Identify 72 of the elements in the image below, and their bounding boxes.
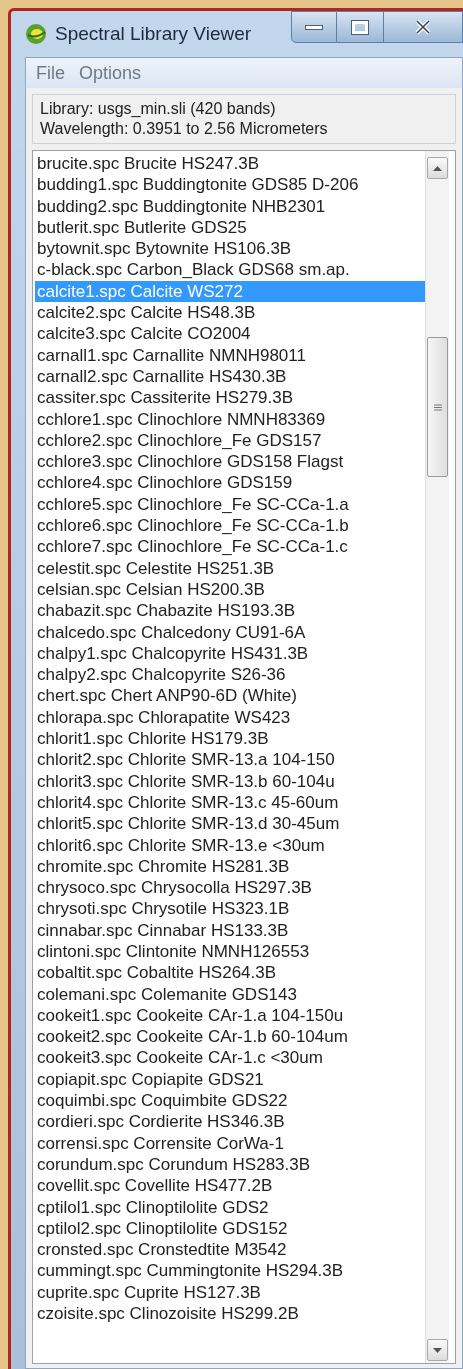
list-item[interactable]: chrysoco.spc Chrysocolla HS297.3B: [35, 877, 425, 899]
list-item[interactable]: chlorit1.spc Chlorite HS179.3B: [35, 728, 425, 750]
close-button[interactable]: [383, 11, 463, 43]
list-item[interactable]: chlorapa.spc Chlorapatite WS423: [35, 706, 425, 728]
list-item[interactable]: chlorit3.spc Chlorite SMR-13.b 60-104u: [35, 770, 425, 792]
list-item[interactable]: chert.spc Chert ANP90-6D (White): [35, 685, 425, 707]
list-item[interactable]: cptilol1.spc Clinoptilolite GDS2: [35, 1196, 425, 1218]
list-item[interactable]: cummingt.spc Cummingtonite HS294.3B: [35, 1260, 425, 1282]
app-icon: [25, 23, 47, 45]
maximize-button[interactable]: [337, 11, 383, 43]
list-item[interactable]: cchlore6.spc Clinochlore_Fe SC-CCa-1.b: [35, 515, 425, 537]
list-item[interactable]: cordieri.spc Cordierite HS346.3B: [35, 1111, 425, 1133]
menu-item[interactable]: Options: [79, 59, 142, 87]
list-item[interactable]: cchlore7.spc Clinochlore_Fe SC-CCa-1.c: [35, 536, 425, 558]
list-item[interactable]: cchlore3.spc Clinochlore GDS158 Flagst: [35, 451, 425, 473]
close-icon: [415, 19, 431, 35]
list-item[interactable]: chrysoti.spc Chrysotile HS323.1B: [35, 898, 425, 920]
list-item[interactable]: cronsted.spc Cronstedtite M3542: [35, 1239, 425, 1261]
list-item[interactable]: budding1.spc Buddingtonite GDS85 D-206: [35, 174, 425, 196]
scroll-thumb[interactable]: [427, 337, 448, 477]
list-item[interactable]: bytownit.spc Bytownite HS106.3B: [35, 238, 425, 260]
list-item[interactable]: brucite.spc Brucite HS247.3B: [35, 153, 425, 175]
list-item[interactable]: covellit.spc Covellite HS477.2B: [35, 1175, 425, 1197]
list-item[interactable]: copiapit.spc Copiapite GDS21: [35, 1068, 425, 1091]
info-text: Wavelength: 0.3951 to 2.56 Micrometers: [40, 119, 329, 139]
grip-icon: [433, 403, 442, 411]
list-item[interactable]: cookeit2.spc Cookeite CAr-1.b 60-104um: [35, 1026, 425, 1048]
list-item[interactable]: cptilol2.spc Clinoptilolite GDS152: [35, 1217, 425, 1240]
list-item[interactable]: cinnabar.spc Cinnabar HS133.3B: [35, 919, 425, 941]
list-item[interactable]: calcite3.spc Calcite CO2004: [35, 323, 425, 345]
list-item[interactable]: cchlore4.spc Clinochlore GDS159: [35, 472, 425, 494]
list-item[interactable]: cookeit1.spc Cookeite CAr-1.a 104-150u: [35, 1004, 425, 1027]
list-item[interactable]: corrensi.spc Corrensite CorWa-1: [35, 1132, 425, 1154]
list-item[interactable]: cchlore2.spc Clinochlore_Fe GDS157: [35, 429, 425, 452]
maximize-icon: [352, 20, 368, 34]
menu-item[interactable]: File: [36, 59, 65, 87]
list-item[interactable]: chlorit2.spc Chlorite SMR-13.a 104-150: [35, 749, 425, 771]
list-item[interactable]: chlorit5.spc Chlorite SMR-13.d 30-45um: [35, 813, 425, 835]
list-item[interactable]: colemani.spc Colemanite GDS143: [35, 983, 425, 1005]
minimize-button[interactable]: [291, 11, 337, 43]
list-item[interactable]: chlorit4.spc Chlorite SMR-13.c 45-60um: [35, 791, 425, 814]
up-arrow-icon: [433, 165, 442, 171]
list-item[interactable]: coquimbi.spc Coquimbite GDS22: [35, 1090, 425, 1112]
list-item[interactable]: chalcedo.spc Chalcedony CU91-6A: [35, 621, 425, 643]
list-item[interactable]: cchlore5.spc Clinochlore_Fe SC-CCa-1.a: [35, 493, 425, 516]
window-title: Spectral Library Viewer: [55, 21, 252, 46]
list-item[interactable]: chalpy2.spc Chalcopyrite S26-36: [35, 664, 425, 686]
list-item[interactable]: chlorit6.spc Chlorite SMR-13.e <30um: [35, 834, 425, 856]
list-item[interactable]: calcite2.spc Calcite HS48.3B: [35, 302, 425, 324]
list-item[interactable]: carnall2.spc Carnallite HS430.3B: [35, 365, 425, 388]
list-item[interactable]: carnall1.spc Carnallite NMNH98011: [35, 344, 425, 366]
list-item[interactable]: cuprite.spc Cuprite HS127.3B: [35, 1281, 425, 1304]
list-item[interactable]: celsian.spc Celsian HS200.3B: [35, 578, 425, 601]
list-item[interactable]: celestit.spc Celestite HS251.3B: [35, 557, 425, 579]
list-item[interactable]: butlerit.spc Butlerite GDS25: [35, 216, 425, 239]
list-item[interactable]: chalpy1.spc Chalcopyrite HS431.3B: [35, 642, 425, 665]
list-item[interactable]: chabazit.spc Chabazite HS193.3B: [35, 600, 425, 622]
list-item[interactable]: c-black.spc Carbon_Black GDS68 sm.ap.: [35, 259, 425, 281]
info-text: Library: usgs_min.sli (420 bands): [40, 99, 277, 119]
scroll-down-button[interactable]: [427, 1339, 448, 1361]
list-item[interactable]: corundum.spc Corundum HS283.3B: [35, 1153, 425, 1176]
minimize-icon: [305, 24, 323, 30]
down-arrow-icon: [433, 1347, 442, 1353]
list-item[interactable]: clintoni.spc Clintonite NMNH126553: [35, 941, 425, 963]
list-item[interactable]: chromite.spc Chromite HS281.3B: [35, 855, 425, 878]
list-item[interactable]: cookeit3.spc Cookeite CAr-1.c <30um: [35, 1047, 425, 1069]
list-item[interactable]: cchlore1.spc Clinochlore NMNH83369: [35, 408, 425, 430]
scroll-up-button[interactable]: [427, 157, 448, 179]
list-item[interactable]: czoisite.spc Clinozoisite HS299.2B: [35, 1303, 425, 1325]
list-item[interactable]: cassiter.spc Cassiterite HS279.3B: [35, 387, 425, 409]
list-item[interactable]: cobaltit.spc Cobaltite HS264.3B: [35, 962, 425, 984]
list-item[interactable]: budding2.spc Buddingtonite NHB2301: [35, 195, 425, 217]
